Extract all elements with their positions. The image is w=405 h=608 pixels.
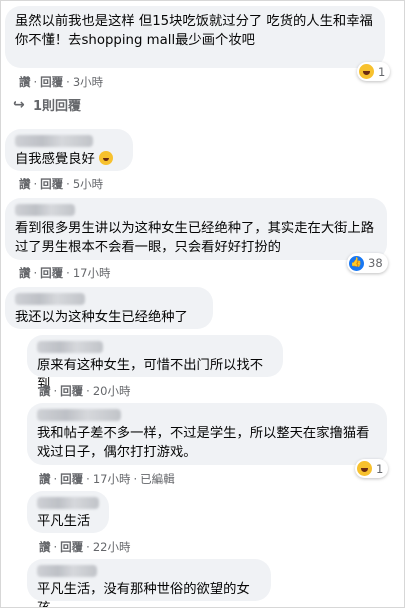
author-name-blurred[interactable] (15, 204, 75, 216)
comment-bubble: 平凡生活，没有那种世俗的欲望的女孩 (27, 559, 271, 607)
reaction-count: 1 (376, 461, 384, 476)
like-link[interactable]: 讚 (39, 384, 51, 398)
separator: · (53, 540, 58, 554)
reaction-badge[interactable]: 👍 38 (347, 253, 388, 273)
separator: · (86, 472, 90, 486)
comment-bubble: 自我感覺良好 (5, 129, 133, 171)
comment-actions: 讚 · 回覆 · 22小時 (39, 539, 130, 555)
replies-label: 1則回覆 (33, 99, 82, 114)
separator: · (66, 266, 70, 280)
reply-arrow-icon: ↪ (13, 96, 25, 113)
separator: · (133, 472, 138, 486)
author-name-blurred[interactable] (37, 409, 121, 421)
reply-link[interactable]: 回覆 (60, 384, 83, 398)
separator: · (33, 266, 38, 280)
comment-actions: 讚 · 回覆 · 20小時 (39, 383, 130, 399)
timestamp[interactable]: 22小時 (93, 540, 131, 554)
reply-link[interactable]: 回覆 (60, 472, 83, 486)
edited-label: 已編輯 (140, 472, 175, 486)
comment-bubble: 我和帖子差不多一样，不过是学生，所以整天在家撸猫看戏过日子，偶尔打打游戏。 (27, 403, 387, 465)
like-link[interactable]: 讚 (19, 266, 31, 280)
author-name-blurred[interactable] (37, 497, 99, 509)
separator: · (66, 177, 70, 191)
reaction-count: 38 (368, 256, 383, 270)
comment-text: 平凡生活 (37, 514, 91, 529)
timestamp[interactable]: 20小時 (93, 384, 131, 398)
view-replies-link[interactable]: ↪ 1則回覆 (13, 95, 82, 115)
like-link[interactable]: 讚 (19, 75, 31, 89)
comment-bubble: 看到很多男生讲以为这种女生已经绝种了，其实走在大街上路过了男生根本不会看一眼，只… (5, 198, 387, 260)
comment-bubble: 我还以为这种女生已经绝种了 (5, 287, 213, 329)
timestamp[interactable]: 3小時 (73, 75, 103, 89)
separator: · (66, 75, 70, 89)
comment-bubble: 原来有这种女生，可惜不出门所以找不到 (27, 335, 283, 392)
like-link[interactable]: 讚 (39, 472, 51, 486)
separator: · (53, 472, 58, 486)
comment-actions: 讚 · 回覆 · 17小時 (19, 265, 110, 281)
reply-link[interactable]: 回覆 (60, 540, 83, 554)
separator: · (86, 384, 90, 398)
timestamp[interactable]: 17小時 (73, 266, 111, 280)
haha-emoji-icon (357, 461, 372, 476)
like-thumb-icon: 👍 (349, 255, 364, 271)
reaction-badge[interactable]: 1 (355, 459, 389, 478)
comment-actions: 讚 · 回覆 · 5小時 (19, 176, 103, 192)
reply-link[interactable]: 回覆 (40, 266, 63, 280)
comment-bubble: 平凡生活 (27, 491, 109, 533)
laugh-emoji-icon (99, 151, 114, 165)
comment-text: 我还以为这种女生已经绝种了 (15, 310, 188, 325)
comment-bubble: 虽然以前我也是这样 但15块吃饭就过分了 吃货的人生和幸福你不懂！去shoppi… (5, 6, 385, 68)
separator: · (33, 75, 38, 89)
comment-text: 平凡生活，没有那种世俗的欲望的女孩 (37, 582, 250, 607)
separator: · (53, 384, 58, 398)
comment-text: 我和帖子差不多一样，不过是学生，所以整天在家撸猫看戏过日子，偶尔打打游戏。 (37, 426, 370, 460)
reply-link[interactable]: 回覆 (40, 75, 63, 89)
like-link[interactable]: 讚 (19, 177, 31, 191)
timestamp[interactable]: 17小時 (93, 472, 131, 486)
timestamp[interactable]: 5小時 (73, 177, 103, 191)
comment-text: 虽然以前我也是这样 但15块吃饭就过分了 吃货的人生和幸福你不懂！去shoppi… (15, 14, 373, 48)
like-link[interactable]: 讚 (39, 540, 51, 554)
author-name-blurred[interactable] (37, 565, 97, 577)
author-name-blurred[interactable] (15, 135, 93, 147)
comment-text: 看到很多男生讲以为这种女生已经绝种了，其实走在大街上路过了男生根本不会看一眼，只… (15, 221, 375, 255)
reply-link[interactable]: 回覆 (40, 177, 63, 191)
reaction-badge[interactable]: 1 (357, 62, 391, 81)
comment-actions: 讚 · 回覆 · 3小時 (19, 74, 103, 90)
comment-text: 自我感覺良好 (15, 150, 123, 169)
author-name-blurred[interactable] (15, 293, 85, 305)
author-name-blurred[interactable] (37, 341, 103, 353)
reaction-count: 1 (378, 64, 386, 79)
haha-emoji-icon (359, 64, 374, 79)
comments-panel: 虽然以前我也是这样 但15块吃饭就过分了 吃货的人生和幸福你不懂！去shoppi… (0, 0, 405, 608)
separator: · (86, 540, 90, 554)
comment-actions: 讚 · 回覆 · 17小時 · 已編輯 (39, 471, 175, 487)
separator: · (33, 177, 38, 191)
